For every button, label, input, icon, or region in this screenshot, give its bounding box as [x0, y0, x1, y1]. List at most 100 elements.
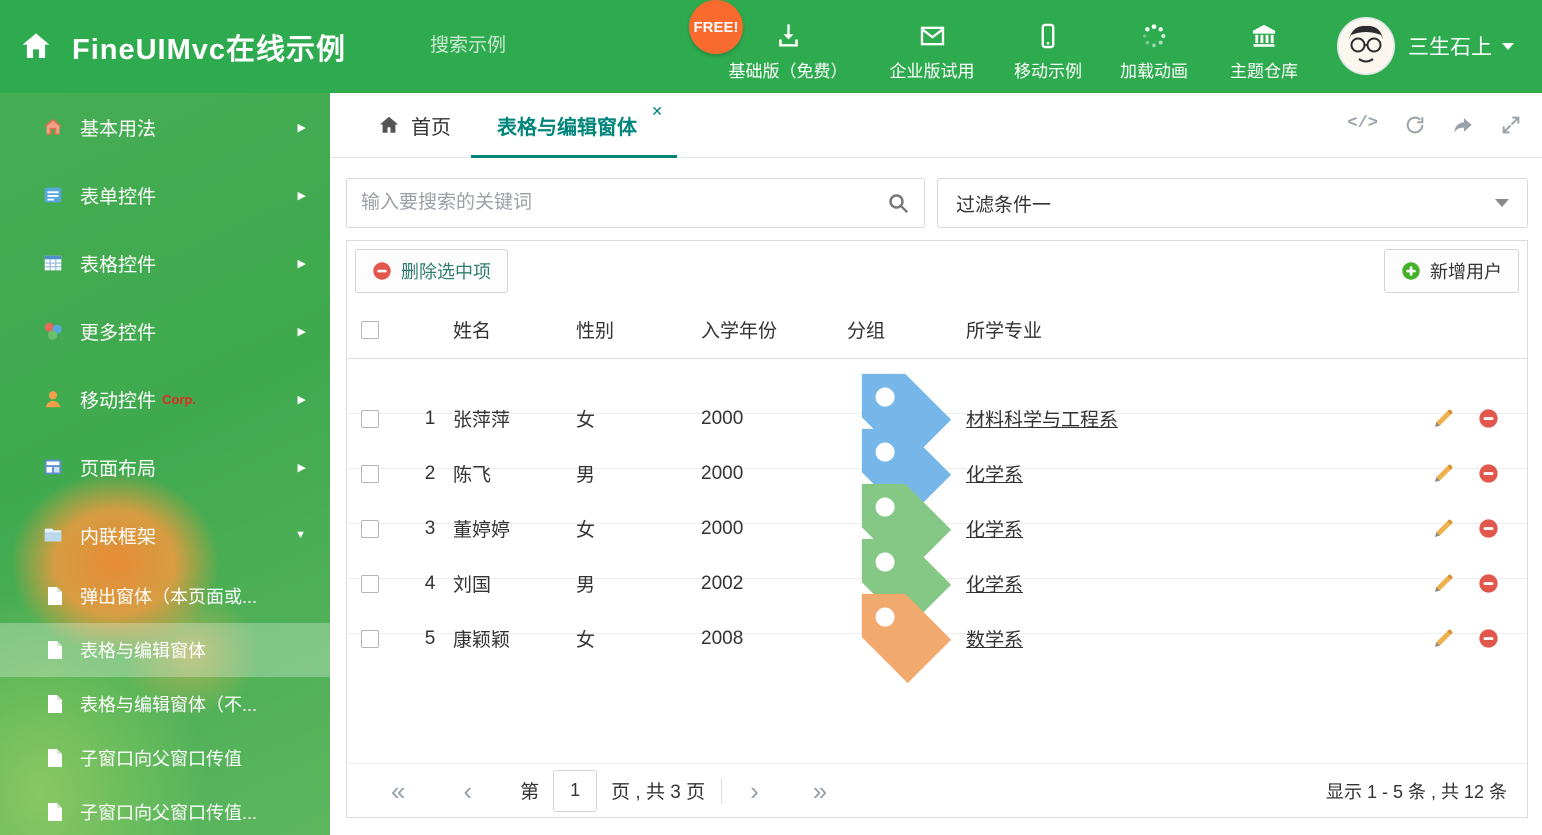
nav-item-label: 企业版试用	[889, 62, 975, 81]
person-icon	[42, 388, 64, 410]
search-icon[interactable]	[886, 191, 910, 215]
filter-row: 过滤条件一	[346, 178, 1528, 228]
tab-label: 表格与编辑窗体	[497, 116, 637, 139]
row-checkbox[interactable]	[361, 464, 379, 483]
home-icon[interactable]	[20, 30, 52, 62]
sidebar-item-more-controls[interactable]: 更多控件 ▶	[0, 297, 330, 365]
tab-home[interactable]: 首页	[358, 93, 471, 157]
mobile-icon	[1034, 22, 1062, 50]
delete-selected-label: 删除选中项	[401, 262, 491, 282]
delete-row-icon[interactable]	[1478, 628, 1499, 649]
last-page-button[interactable]: »	[813, 778, 827, 804]
sidebar-item-grid-controls[interactable]: 表格控件 ▶	[0, 229, 330, 297]
user-avatar[interactable]	[1337, 17, 1395, 75]
grid-panel: 删除选中项 新增用户 姓名 性别 入学年份 分组 所学专业 1 张萍萍 女 20…	[346, 240, 1528, 818]
add-user-label: 新增用户	[1430, 262, 1502, 282]
download-icon	[774, 22, 802, 50]
file-icon	[46, 694, 64, 714]
tab-grid-edit-window[interactable]: 表格与编辑窗体 ✕	[471, 93, 677, 158]
sidebar-item-label: 基本用法	[80, 118, 157, 140]
major-link[interactable]: 化学系	[966, 575, 1023, 596]
free-badge: FREE!	[689, 0, 743, 54]
delete-row-icon[interactable]	[1478, 463, 1499, 484]
row-checkbox[interactable]	[361, 519, 379, 538]
delete-row-icon[interactable]	[1478, 408, 1499, 429]
row-checkbox[interactable]	[361, 629, 379, 648]
edit-icon[interactable]	[1433, 518, 1454, 539]
sidebar-subitem-grid-edit-window[interactable]: 表格与编辑窗体	[0, 623, 330, 677]
sidebar-item-page-layout[interactable]: 页面布局 ▶	[0, 433, 330, 501]
row-checkbox[interactable]	[361, 409, 379, 428]
select-all-checkbox[interactable]	[361, 320, 379, 339]
expand-icon[interactable]	[1500, 114, 1522, 136]
page-number-input[interactable]	[553, 769, 598, 812]
refresh-icon[interactable]	[1404, 114, 1426, 136]
major-link[interactable]: 数学系	[966, 630, 1023, 651]
cell-gender: 男	[576, 465, 596, 486]
chevron-right-icon: ▶	[297, 189, 306, 202]
sidebar-item-mobile-controls[interactable]: 移动控件 Corp. ▶	[0, 365, 330, 433]
column-header-group: 分组	[847, 321, 886, 342]
file-icon	[46, 748, 64, 768]
cell-name: 陈飞	[453, 465, 492, 486]
user-menu[interactable]: 三生石上	[1408, 31, 1514, 61]
minus-circle-icon	[372, 261, 392, 281]
close-icon[interactable]: ✕	[651, 104, 663, 118]
next-page-button[interactable]: ›	[750, 778, 759, 804]
share-icon[interactable]	[1452, 114, 1474, 136]
sidebar-subitem-label: 表格与编辑窗体	[80, 641, 206, 661]
sidebar-item-basic-usage[interactable]: 基本用法 ▶	[0, 93, 330, 161]
cell-name: 董婷婷	[453, 520, 511, 541]
sidebar-subitem-label: 弹出窗体（本页面或...	[80, 587, 258, 607]
nav-item-label: 主题仓库	[1230, 62, 1298, 81]
sidebar-subitem-grid-edit-window-2[interactable]: 表格与编辑窗体（不...	[0, 677, 330, 731]
layout-icon	[42, 456, 64, 478]
sidebar-item-inline-frame[interactable]: 内联框架 ▼	[0, 501, 330, 569]
add-user-button[interactable]: 新增用户	[1384, 249, 1519, 293]
nav-item-basic-edition[interactable]: 基础版（免费）	[729, 22, 848, 82]
sidebar-subitem-label: 子窗口向父窗口传值	[80, 749, 242, 769]
edit-icon[interactable]	[1433, 463, 1454, 484]
delete-row-icon[interactable]	[1478, 573, 1499, 594]
chevron-right-icon: ▶	[297, 257, 306, 270]
nav-item-enterprise-trial[interactable]: 企业版试用	[890, 22, 975, 82]
major-link[interactable]: 化学系	[966, 520, 1023, 541]
filter-dropdown-value: 过滤条件一	[956, 194, 1052, 216]
major-link[interactable]: 材料科学与工程系	[966, 410, 1118, 431]
keyword-search-input[interactable]	[361, 192, 886, 214]
major-link[interactable]: 化学系	[966, 465, 1023, 486]
prev-page-button[interactable]: ‹	[463, 778, 472, 804]
divider	[721, 777, 723, 804]
table-icon	[42, 252, 64, 274]
sidebar-item-label: 移动控件	[80, 390, 157, 412]
chevron-down-icon: ▼	[295, 529, 306, 541]
sidebar-item-form-controls[interactable]: 表单控件 ▶	[0, 161, 330, 229]
row-checkbox[interactable]	[361, 574, 379, 593]
nav-item-loading-animations[interactable]: 加载动画	[1120, 22, 1188, 82]
edit-icon[interactable]	[1433, 408, 1454, 429]
delete-selected-button[interactable]: 删除选中项	[355, 249, 508, 293]
file-icon	[46, 586, 64, 606]
nav-item-theme-repo[interactable]: 主题仓库	[1230, 22, 1298, 82]
home-icon	[42, 116, 64, 138]
sidebar-subitem-child-to-parent[interactable]: 子窗口向父窗口传值	[0, 731, 330, 785]
row-index: 4	[424, 572, 436, 594]
cell-year: 2000	[701, 407, 744, 429]
cell-year: 2000	[701, 462, 744, 484]
first-page-button[interactable]: «	[391, 778, 405, 804]
tab-label: 首页	[411, 116, 451, 139]
delete-row-icon[interactable]	[1478, 518, 1499, 539]
header-search-input[interactable]	[430, 35, 675, 57]
nav-item-mobile-demo[interactable]: 移动示例	[1014, 22, 1082, 82]
nav-item-label: 加载动画	[1120, 62, 1188, 81]
sidebar-item-label: 表单控件	[80, 186, 157, 208]
main-content: 首页 表格与编辑窗体 ✕ </> 过滤条件一	[330, 93, 1542, 835]
edit-icon[interactable]	[1433, 573, 1454, 594]
filter-dropdown[interactable]: 过滤条件一	[937, 178, 1528, 228]
sidebar-subitem-popup-window[interactable]: 弹出窗体（本页面或...	[0, 569, 330, 623]
edit-icon[interactable]	[1433, 628, 1454, 649]
sidebar-subitem-child-to-parent-2[interactable]: 子窗口向父窗口传值...	[0, 785, 330, 835]
code-icon[interactable]: </>	[1347, 114, 1378, 136]
column-header-major: 所学专业	[966, 321, 1043, 342]
cell-name: 刘国	[453, 575, 492, 596]
